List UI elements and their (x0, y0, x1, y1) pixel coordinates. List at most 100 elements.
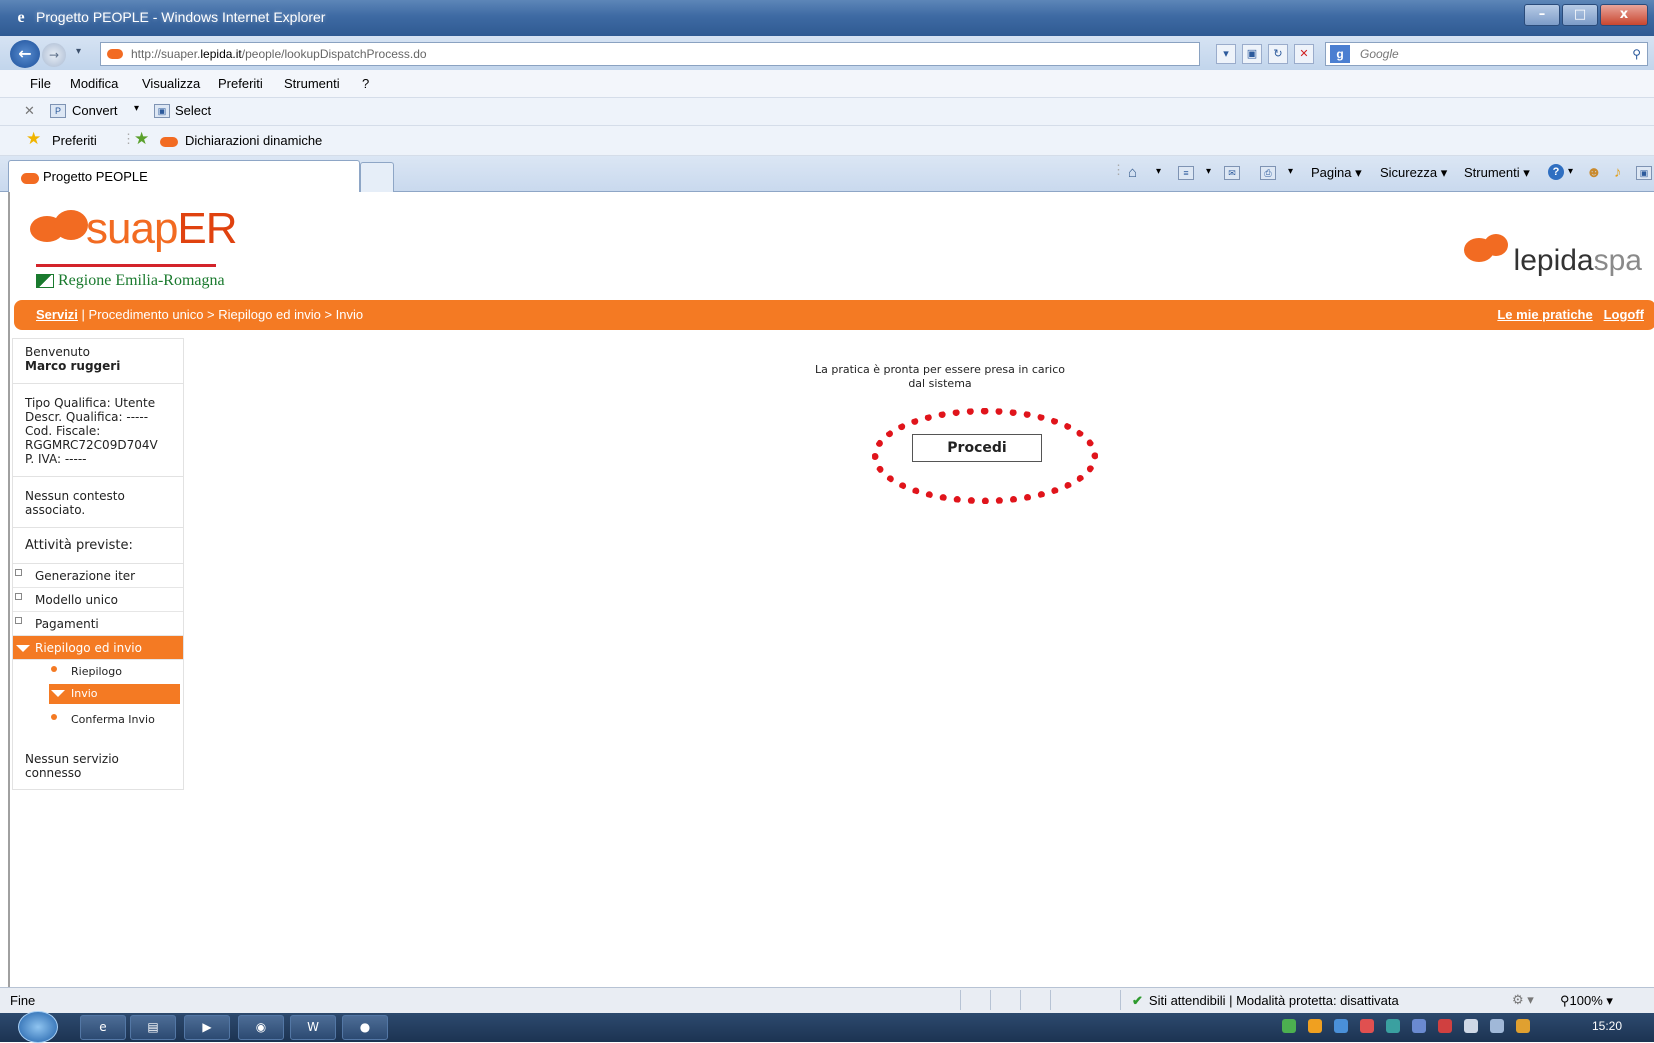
back-button[interactable]: ← (10, 40, 40, 68)
url-field[interactable]: http://suaper.lepida.it/people/lookupDis… (100, 42, 1200, 66)
url-dropdown-icon[interactable]: ▾ (1216, 44, 1236, 64)
refresh-icon[interactable]: ↻ (1268, 44, 1288, 64)
taskbar-word-icon[interactable]: W (290, 1015, 336, 1040)
history-dropdown-icon[interactable]: ▾ (76, 46, 81, 57)
sub-item-conferma-invio[interactable]: Conferma Invio (13, 708, 183, 732)
procedi-button[interactable]: Procedi (912, 434, 1042, 462)
search-input[interactable]: g Google ⚲ (1325, 42, 1648, 66)
zoom-level[interactable]: ⚲100% ▾ (1560, 993, 1613, 1009)
print-icon[interactable]: ⎙ (1260, 166, 1276, 180)
tray-audio-wave-icon[interactable] (1412, 1019, 1426, 1033)
suaper-wordmark: suapER (86, 204, 238, 253)
tray-firefox-icon[interactable] (1308, 1019, 1322, 1033)
taskbar-explorer-icon[interactable]: ▤ (130, 1015, 176, 1040)
search-placeholder: Google (1360, 47, 1399, 61)
breadcrumb-servizi-link[interactable]: Servizi (36, 307, 78, 322)
lepida-blob-icon (1483, 234, 1508, 256)
feeds-dropdown-icon[interactable]: ▾ (1206, 166, 1211, 177)
separator (960, 990, 961, 1010)
menu-file[interactable]: File (30, 76, 51, 91)
start-button[interactable] (18, 1011, 58, 1043)
activity-item-riepilogo-ed-invio[interactable]: Riepilogo ed invio (13, 636, 183, 660)
security-zone[interactable]: ✔ Siti attendibili | Modalità protetta: d… (1132, 993, 1399, 1009)
popup-blocker-icon[interactable]: ⚙ ▾ (1512, 992, 1534, 1008)
cod-fiscale-label: Cod. Fiscale: (25, 424, 101, 438)
separator (1020, 990, 1021, 1010)
menu-help[interactable]: ? (362, 76, 369, 91)
menu-bar: File Modifica Visualizza Preferiti Strum… (0, 70, 1654, 98)
strumenti-menu[interactable]: Strumenti ▾ (1464, 165, 1530, 181)
command-bar: ✕ P Convert ▾ ▣ Select (0, 98, 1654, 126)
tab-favicon-icon (21, 173, 39, 184)
sicurezza-menu[interactable]: Sicurezza ▾ (1380, 165, 1447, 181)
research-icon[interactable]: ☻ (1586, 164, 1602, 181)
lepida-logo[interactable]: lepidaspa (1463, 234, 1642, 278)
status-text: Fine (10, 993, 36, 1008)
taskbar-ie-icon[interactable]: e (80, 1015, 126, 1040)
clock[interactable]: 15:20 (1592, 1019, 1622, 1033)
taskbar-app-icon[interactable]: ● (342, 1015, 388, 1040)
favorites-star-icon: ★ (26, 129, 42, 148)
tray-display-icon[interactable] (1490, 1019, 1504, 1033)
tab-label: Progetto PEOPLE (43, 169, 148, 184)
add-favorite-icon[interactable]: ★ (134, 129, 149, 149)
tab-progetto-people[interactable]: Progetto PEOPLE (8, 160, 360, 192)
tray-antivirus-icon[interactable] (1360, 1019, 1374, 1033)
tray-volume-icon[interactable] (1464, 1019, 1478, 1033)
sub-item-invio[interactable]: Invio (49, 684, 180, 704)
window-titlebar: e Progetto PEOPLE - Windows Internet Exp… (0, 0, 1654, 36)
close-button[interactable]: x (1600, 4, 1648, 26)
maximize-button[interactable]: □ (1562, 4, 1598, 26)
user-name: Marco ruggeri (25, 359, 121, 373)
search-icon[interactable]: ⚲ (1632, 43, 1641, 65)
favorites-button[interactable]: Preferiti (52, 133, 97, 148)
menu-preferiti[interactable]: Preferiti (218, 76, 263, 91)
partita-iva: P. IVA: ----- (25, 452, 87, 466)
suaper-blob-icon (54, 210, 88, 240)
menu-modifica[interactable]: Modifica (70, 76, 118, 91)
select-button[interactable]: Select (175, 103, 211, 118)
mail-icon[interactable]: ✉ (1224, 166, 1240, 180)
le-mie-pratiche-link[interactable]: Le mie pratiche (1497, 307, 1592, 322)
tray-flag-icon[interactable] (1438, 1019, 1452, 1033)
home-dropdown-icon[interactable]: ▾ (1156, 166, 1161, 177)
bullet-icon (51, 666, 57, 672)
feeds-icon[interactable]: ≡ (1178, 166, 1194, 180)
servizio-note: Nessun servizio connesso (25, 752, 119, 780)
tray-monitor-icon[interactable] (1386, 1019, 1400, 1033)
help-icon[interactable]: ? (1548, 164, 1564, 180)
logoff-link[interactable]: Logoff (1604, 307, 1644, 322)
convert-dropdown-icon[interactable]: ▾ (134, 103, 139, 114)
print-dropdown-icon[interactable]: ▾ (1288, 166, 1293, 177)
address-bar: ← → ▾ http://suaper.lepida.it/people/loo… (0, 36, 1654, 70)
compatibility-view-icon[interactable]: ▣ (1242, 44, 1262, 64)
tray-power-icon[interactable] (1516, 1019, 1530, 1033)
new-tab-button[interactable] (360, 162, 394, 192)
taskbar-media-icon[interactable]: ▶ (184, 1015, 230, 1040)
region-label: Regione Emilia-Romagna (36, 272, 225, 290)
stop-icon[interactable]: ✕ (1294, 44, 1314, 64)
menu-visualizza[interactable]: Visualizza (142, 76, 200, 91)
extra-toolbar-icon[interactable]: ▣ (1636, 166, 1652, 180)
taskbar-chrome-icon[interactable]: ◉ (238, 1015, 284, 1040)
forward-button[interactable]: → (42, 43, 66, 67)
activity-item-modello-unico[interactable]: Modello unico (13, 588, 183, 612)
minimize-button[interactable]: – (1524, 4, 1560, 26)
separator (1120, 990, 1121, 1010)
cod-fiscale-value: RGGMRC72C09D704V (25, 438, 158, 452)
activity-item-generazione-iter[interactable]: Generazione iter (13, 564, 183, 588)
help-dropdown-icon[interactable]: ▾ (1568, 166, 1573, 177)
activity-item-pagamenti[interactable]: Pagamenti (13, 612, 183, 636)
region-bar (36, 264, 216, 267)
favorite-dichiarazioni-link[interactable]: Dichiarazioni dinamiche (185, 133, 322, 148)
close-toolbar-icon[interactable]: ✕ (24, 103, 35, 119)
pagina-menu[interactable]: Pagina ▾ (1311, 165, 1362, 181)
url-path: /people/lookupDispatchProcess.do (241, 47, 427, 61)
messenger-icon[interactable]: ♪ (1614, 164, 1622, 181)
tray-network-icon[interactable] (1282, 1019, 1296, 1033)
tray-sync-icon[interactable] (1334, 1019, 1348, 1033)
home-icon[interactable]: ⌂ (1128, 164, 1137, 181)
sub-item-riepilogo[interactable]: Riepilogo (13, 660, 183, 684)
convert-button[interactable]: Convert (72, 103, 118, 118)
menu-strumenti[interactable]: Strumenti (284, 76, 340, 91)
